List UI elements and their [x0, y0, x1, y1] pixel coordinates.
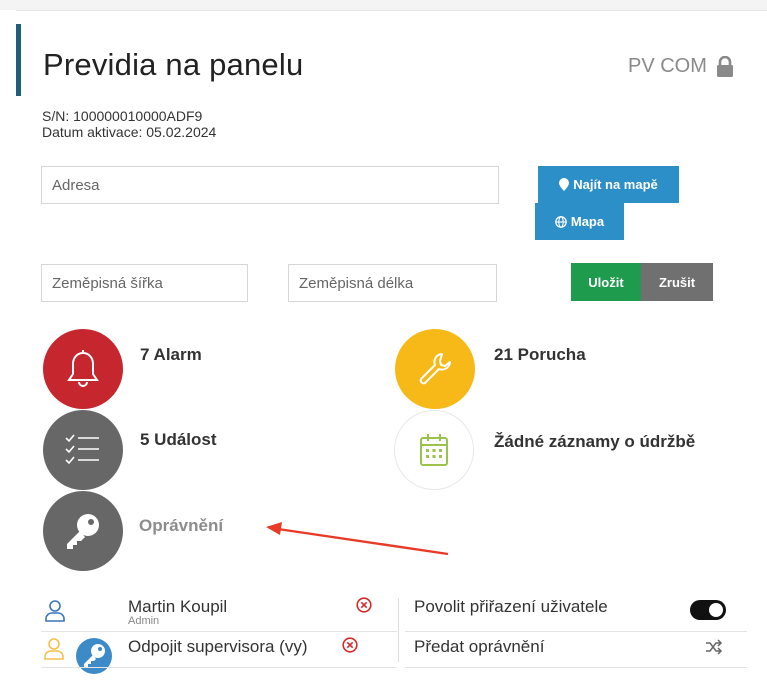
- permissions-circle[interactable]: [43, 491, 123, 571]
- key-badge-icon: [76, 638, 112, 674]
- row-divider-bottom-right: [405, 667, 747, 668]
- bell-icon: [67, 350, 99, 387]
- map-label: Mapa: [570, 214, 605, 229]
- allow-assign-label: Povolit přiřazení uživatele: [414, 597, 608, 616]
- permissions-label[interactable]: Oprávnění: [139, 516, 223, 536]
- key-icon: [67, 514, 99, 549]
- device-name: PV COM: [628, 55, 707, 77]
- map-pin-icon: [559, 178, 570, 191]
- fault-circle[interactable]: [395, 329, 475, 409]
- latitude-input[interactable]: [41, 264, 248, 302]
- wrench-icon: [419, 353, 451, 385]
- longitude-input[interactable]: [288, 264, 497, 302]
- checklist-icon: [65, 434, 99, 465]
- shuffle-icon[interactable]: [705, 639, 723, 655]
- find-on-map-button[interactable]: Najít na mapě: [538, 166, 679, 203]
- device-meta: S/N: 100000010000ADF9 Datum aktivace: 05…: [42, 108, 216, 140]
- remove-user-icon[interactable]: [356, 597, 372, 613]
- alarm-count[interactable]: 7 Alarm: [140, 345, 202, 364]
- row-divider: [41, 631, 397, 632]
- column-divider: [398, 598, 399, 662]
- globe-icon: [555, 215, 567, 228]
- row-divider-bottom: [41, 667, 397, 668]
- page-title: Previdia na panelu: [43, 47, 304, 82]
- top-strip: [0, 0, 767, 10]
- user-role: Admin: [128, 615, 160, 627]
- serial-number: S/N: 100000010000ADF9: [42, 108, 203, 124]
- user-icon: [45, 600, 65, 622]
- address-input[interactable]: [41, 166, 499, 204]
- cancel-button[interactable]: Zrušit: [641, 263, 713, 301]
- disconnect-supervisor-label[interactable]: Odpojit supervisora (vy): [128, 637, 308, 657]
- event-count[interactable]: 5 Událost: [140, 430, 217, 449]
- supervisor-icon: [44, 638, 64, 660]
- title-accent-bar: [16, 24, 21, 96]
- device-label: PV COM: [628, 55, 735, 78]
- maintenance-status[interactable]: Žádné záznamy o údržbě: [494, 432, 714, 451]
- maintenance-circle[interactable]: [394, 410, 474, 490]
- row-divider-right: [405, 631, 747, 632]
- calendar-icon: [420, 434, 448, 466]
- annotation-arrow: [266, 522, 449, 556]
- event-circle[interactable]: [43, 410, 123, 490]
- lock-icon: [716, 55, 733, 77]
- user-name: Martin Koupil: [128, 597, 228, 616]
- map-button[interactable]: Mapa: [535, 203, 624, 240]
- alarm-circle[interactable]: [43, 329, 123, 409]
- save-button[interactable]: Uložit: [571, 263, 641, 301]
- allow-assign-toggle[interactable]: [690, 600, 726, 620]
- activation-date: Datum aktivace: 05.02.2024: [42, 124, 217, 140]
- find-on-map-label: Najít na mapě: [573, 177, 658, 192]
- transfer-permissions-label[interactable]: Předat oprávnění: [414, 637, 544, 657]
- disconnect-supervisor-icon[interactable]: [342, 637, 358, 653]
- fault-count[interactable]: 21 Porucha: [494, 345, 586, 364]
